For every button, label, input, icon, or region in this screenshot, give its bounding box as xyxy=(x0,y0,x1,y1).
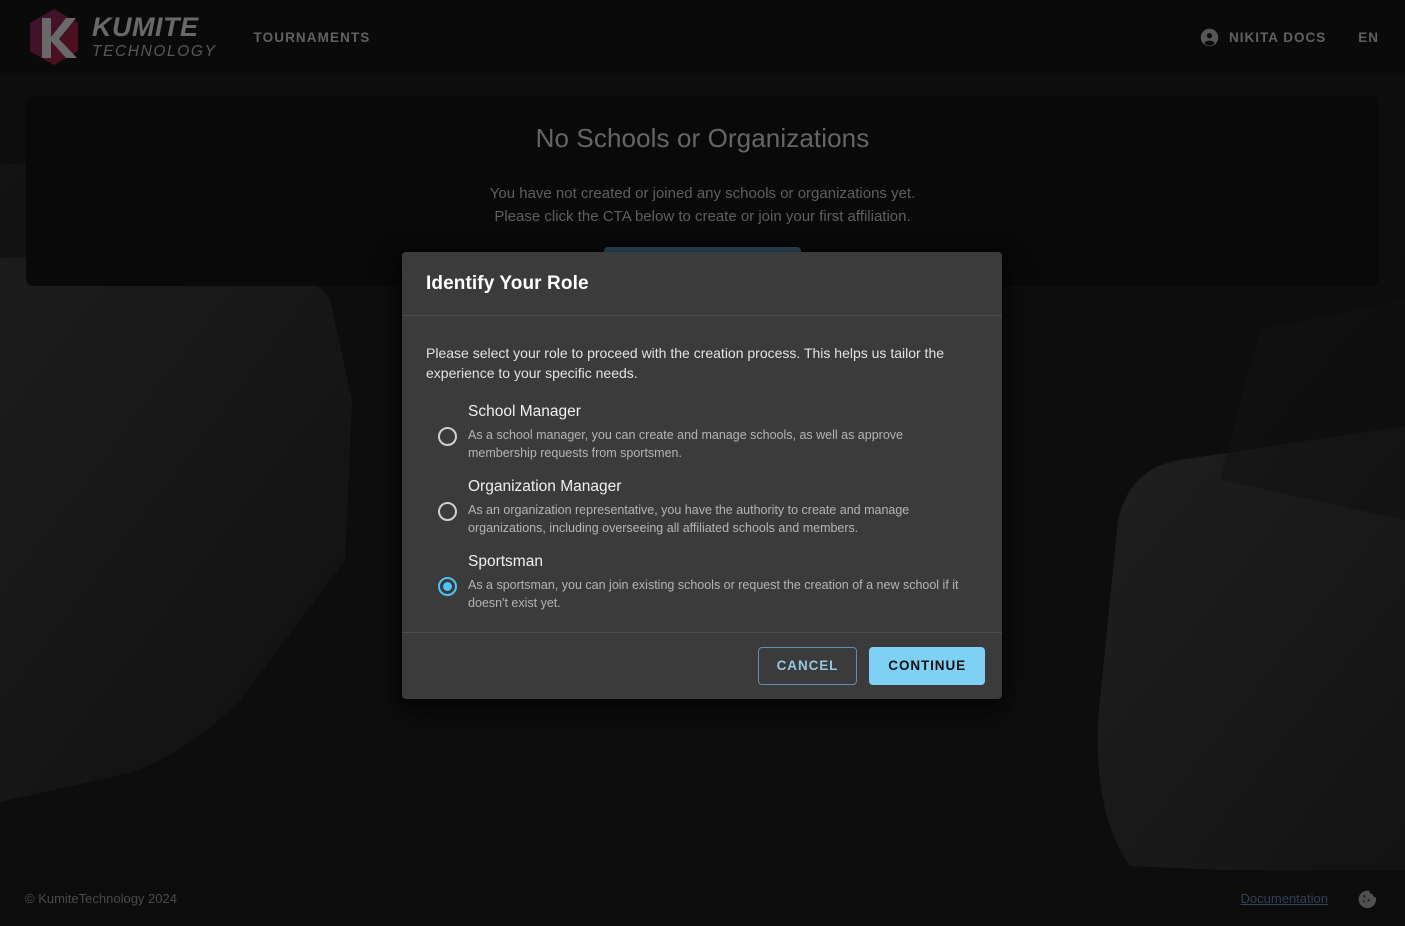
role-option-text: School Manager As a school manager, you … xyxy=(468,401,973,462)
identify-role-dialog: Identify Your Role Please select your ro… xyxy=(402,252,1002,699)
radio-sportsman[interactable] xyxy=(438,577,457,596)
role-option-description: As a sportsman, you can join existing sc… xyxy=(468,576,973,612)
dialog-footer: CANCEL CONTINUE xyxy=(402,632,1002,699)
role-option-school-manager[interactable]: School Manager As a school manager, you … xyxy=(426,401,978,462)
radio-slot xyxy=(426,401,468,446)
dialog-intro-text: Please select your role to proceed with … xyxy=(426,344,951,383)
role-option-organization-manager[interactable]: Organization Manager As an organization … xyxy=(426,476,978,537)
continue-button[interactable]: CONTINUE xyxy=(869,647,985,685)
cancel-button[interactable]: CANCEL xyxy=(758,647,858,685)
dialog-body: Please select your role to proceed with … xyxy=(402,316,1002,632)
role-option-sportsman[interactable]: Sportsman As a sportsman, you can join e… xyxy=(426,551,978,612)
dialog-title: Identify Your Role xyxy=(426,273,978,295)
role-option-label: School Manager xyxy=(468,403,581,420)
role-option-label: Sportsman xyxy=(468,553,543,570)
dialog-header: Identify Your Role xyxy=(402,252,1002,315)
role-option-description: As an organization representative, you h… xyxy=(468,501,973,537)
radio-slot xyxy=(426,551,468,596)
radio-slot xyxy=(426,476,468,521)
role-option-text: Sportsman As a sportsman, you can join e… xyxy=(468,551,973,612)
radio-school-manager[interactable] xyxy=(438,427,457,446)
role-option-text: Organization Manager As an organization … xyxy=(468,476,973,537)
radio-organization-manager[interactable] xyxy=(438,502,457,521)
role-option-list: School Manager As a school manager, you … xyxy=(426,401,978,612)
role-option-label: Organization Manager xyxy=(468,478,621,495)
role-option-description: As a school manager, you can create and … xyxy=(468,426,973,462)
